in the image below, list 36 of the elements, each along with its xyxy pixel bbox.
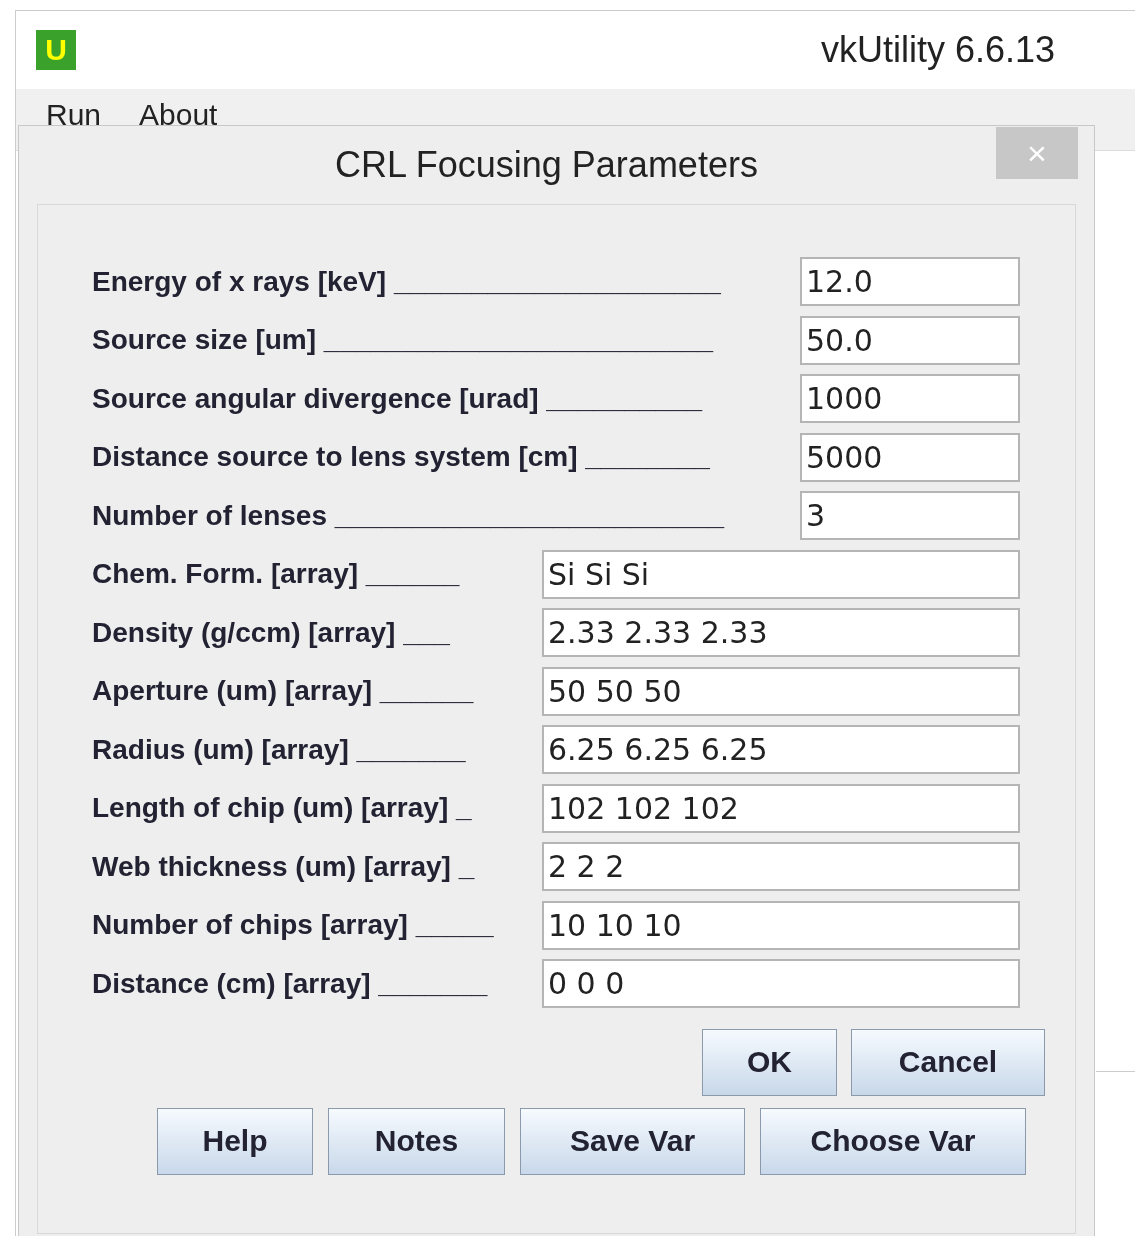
dialog-button[interactable]: Save Var [520,1107,745,1175]
input-field[interactable]: 50 50 50 [542,666,1020,716]
input-field[interactable]: 10 10 10 [542,900,1020,950]
field-label: Web thickness (um) [array] _ [92,850,475,883]
input-field[interactable]: 50.0 [800,315,1020,365]
field-label: Aperture (um) [array] ______ [92,675,474,708]
field-label: Length of chip (um) [array] _ [92,792,472,825]
dialog-button[interactable]: Cancel [851,1028,1045,1096]
input-field[interactable]: 6.25 6.25 6.25 [542,725,1020,775]
dialog-title: CRL Focusing Parameters [335,144,758,186]
window-title: vkUtility 6.6.13 [820,29,1055,71]
field-label: Source size [um] _________________________ [92,324,714,357]
input-field[interactable]: 2.33 2.33 2.33 [542,608,1020,658]
input-field[interactable]: 102 102 102 [542,783,1020,833]
field-label: Distance (cm) [array] _______ [92,967,488,1000]
input-field[interactable]: 0 0 0 [542,959,1020,1009]
input-field[interactable]: Si Si Si [542,549,1020,599]
dialog-button[interactable]: Notes [328,1107,505,1175]
menu-item[interactable]: Run [46,95,102,127]
field-label: Source angular divergence [urad] __________ [92,382,703,415]
field-label: Number of lenses _________________________ [92,499,725,532]
input-field[interactable]: 2 2 2 [542,842,1020,892]
field-label: Density (g/ccm) [array] ___ [92,616,450,649]
field-label: Radius (um) [array] _______ [92,733,466,766]
input-field[interactable]: 12.0 [800,257,1020,307]
field-label: Energy of x rays [keV] _____________________ [92,265,721,298]
input-field[interactable]: 5000 [800,432,1020,482]
app-icon: U [36,30,76,70]
field-label: Distance source to lens system [cm] ________ [92,441,710,474]
dialog-button[interactable]: Help [157,1107,313,1175]
input-field[interactable]: 1000 [800,374,1020,424]
dialog-button[interactable]: Choose Var [760,1107,1026,1175]
input-field[interactable]: 3 [800,491,1020,541]
field-label: Chem. Form. [array] ______ [92,558,460,591]
dialog-button[interactable]: OK [702,1028,837,1096]
field-label: Number of chips [array] _____ [92,909,494,942]
